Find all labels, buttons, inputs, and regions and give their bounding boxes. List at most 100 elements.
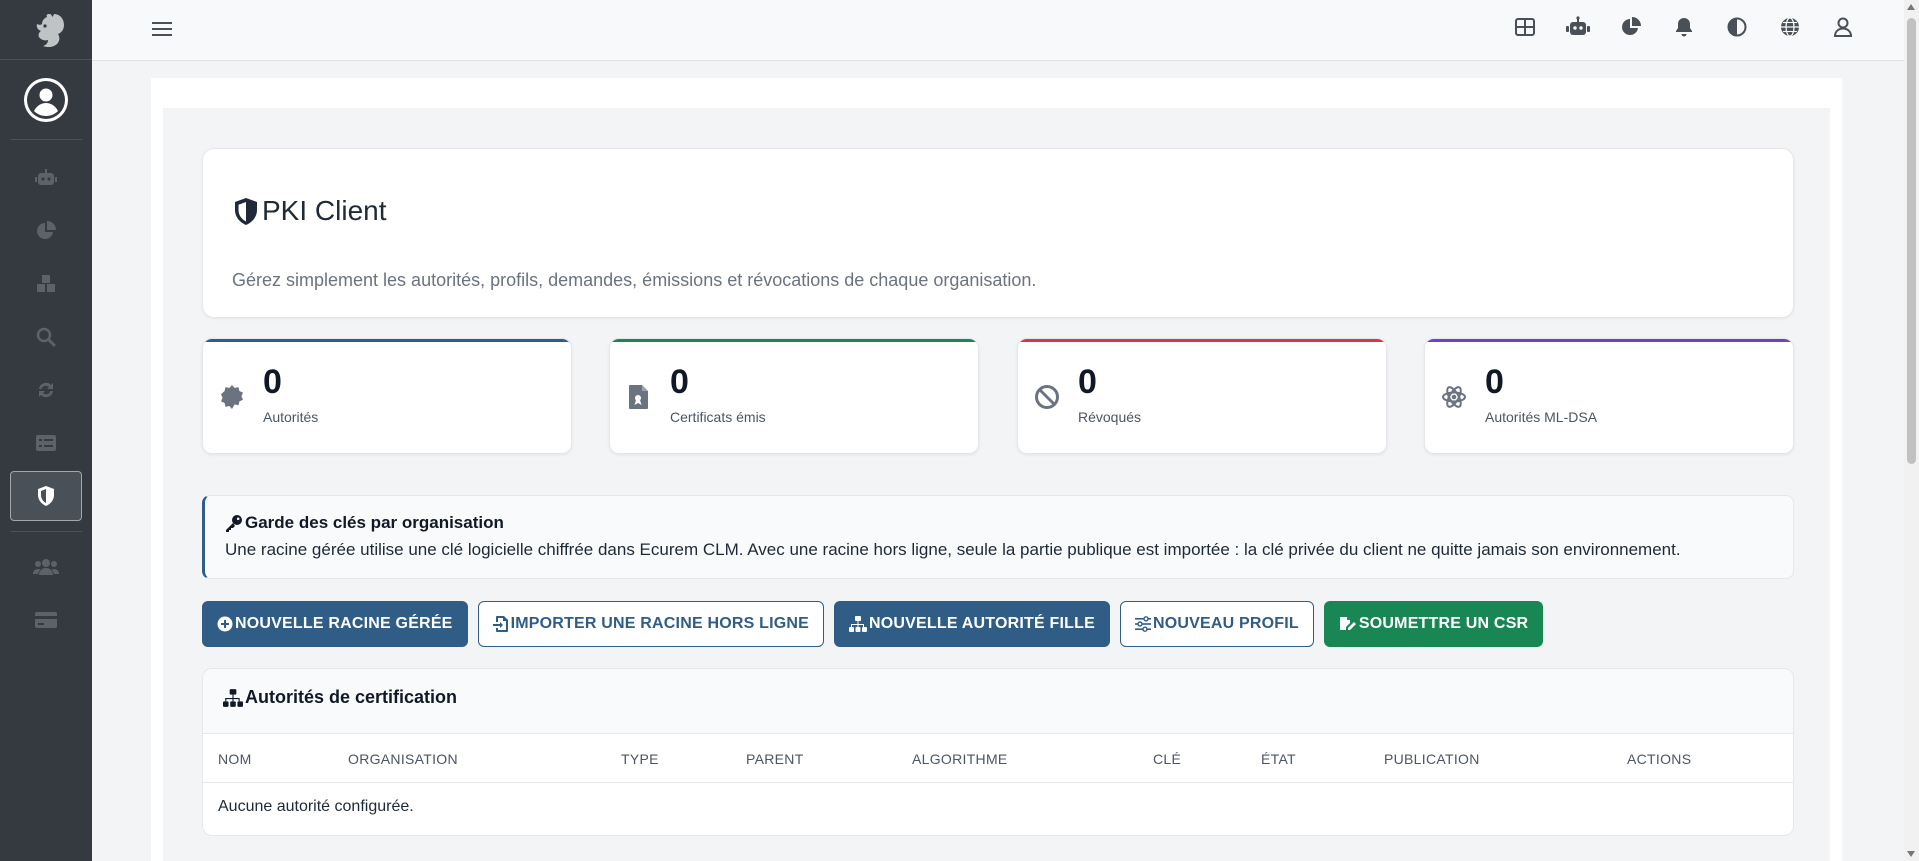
column-header-name[interactable]: Nom: [218, 751, 252, 767]
stat-card-issued: 0 Certificats émis: [609, 338, 979, 454]
robot-icon: [1566, 16, 1590, 35]
sitemap-icon: [223, 688, 243, 707]
menu-toggle-button[interactable]: [148, 16, 176, 42]
stat-icon: [625, 383, 653, 411]
user-circle-icon: [27, 80, 65, 119]
sidebar: [0, 0, 92, 861]
column-header-actions: Actions: [1627, 751, 1692, 767]
plus-circle-icon: [217, 616, 233, 632]
contrast-icon: [1727, 17, 1747, 37]
sidebar-nav: [0, 140, 92, 645]
stat-value: 0: [1485, 363, 1504, 401]
button-label: Nouveau profil: [1152, 615, 1299, 632]
alert-text: Une racine gérée utilise une clé logicie…: [225, 540, 1681, 559]
stat-card-mldsa: 0 Autorités ML-DSA: [1424, 338, 1794, 454]
avatar[interactable]: [24, 77, 68, 122]
stat-value: 0: [1078, 363, 1097, 401]
scroll-up-arrow-icon[interactable]: [1907, 4, 1915, 10]
sidebar-item-sync[interactable]: [10, 365, 82, 415]
account-button[interactable]: [1829, 13, 1857, 41]
hamburger-icon: [152, 22, 172, 36]
stat-label: Certificats émis: [670, 409, 766, 425]
notifications-button[interactable]: [1670, 13, 1698, 41]
authorities-table-card: Autorités de certification Nom Organisat…: [202, 668, 1794, 836]
new-managed-root-button[interactable]: Nouvelle racine gérée: [202, 601, 468, 647]
content-wrapper: PKI Client Gérez simplement les autorité…: [151, 78, 1842, 861]
theme-toggle-button[interactable]: [1723, 13, 1751, 41]
scroll-down-arrow-icon[interactable]: [1907, 851, 1915, 857]
sidebar-item-search[interactable]: [10, 312, 82, 362]
table-header-row: Nom Organisation Type Parent Algorithme …: [203, 734, 1793, 783]
app-logo[interactable]: [0, 0, 92, 60]
scroll-thumb[interactable]: [1907, 18, 1916, 464]
stat-icon: [1033, 383, 1061, 411]
button-label: Nouvelle autorité fille: [869, 615, 1095, 632]
stat-label: Autorités ML-DSA: [1485, 409, 1598, 425]
sidebar-item-list[interactable]: [10, 418, 82, 468]
stat-accent-bar: [1018, 339, 1386, 342]
column-header-state[interactable]: État: [1261, 751, 1296, 767]
column-header-parent[interactable]: Parent: [746, 751, 804, 767]
import-offline-root-button[interactable]: Importer une racine hors ligne: [477, 601, 825, 647]
credit-card-icon: [35, 612, 57, 628]
button-label: Nouvelle racine gérée: [235, 615, 453, 632]
table-card-header: Autorités de certification: [203, 669, 1793, 734]
table-title: Autorités de certification: [223, 687, 457, 708]
column-header-type[interactable]: Type: [621, 751, 659, 767]
stat-label: Révoqués: [1078, 409, 1142, 425]
sidebar-item-boxes[interactable]: [10, 259, 82, 309]
table-empty-message: Aucune autorité configurée.: [218, 798, 414, 815]
robot-button[interactable]: [1564, 13, 1592, 41]
bell-icon: [1676, 18, 1692, 37]
sidebar-item-chart[interactable]: [10, 206, 82, 256]
stat-value: 0: [670, 363, 689, 401]
user-icon: [1833, 17, 1853, 37]
stat-accent-bar: [203, 339, 571, 342]
sidebar-item-card[interactable]: [10, 595, 82, 645]
certificate-icon: [221, 385, 243, 409]
grid-icon: [1515, 18, 1535, 36]
stat-icon: [1440, 383, 1468, 411]
table-title-text: Autorités de certification: [245, 687, 458, 707]
stat-label: Autorités: [263, 409, 319, 425]
boxes-icon: [37, 275, 55, 292]
ban-icon: [1035, 385, 1059, 409]
users-icon: [33, 559, 59, 575]
page-subtitle: Gérez simplement les autorités, profils,…: [232, 270, 1037, 290]
button-label: Soumettre un CSR: [1358, 615, 1529, 632]
top-navbar: [92, 0, 1904, 61]
file-signature-icon: [1339, 617, 1356, 630]
squirrel-logo-icon: [36, 13, 64, 47]
submit-csr-button[interactable]: Soumettre un CSR: [1323, 601, 1544, 647]
sliders-icon: [1134, 616, 1151, 632]
column-header-key[interactable]: Clé: [1153, 751, 1181, 767]
language-button[interactable]: [1776, 13, 1804, 41]
key-custody-alert: Garde des clés par organisation Une raci…: [202, 495, 1794, 579]
sidebar-item-robot[interactable]: [10, 153, 82, 203]
list-icon: [36, 435, 56, 451]
column-header-publication[interactable]: Publication: [1384, 751, 1480, 767]
alert-title: Garde des clés par organisation: [225, 513, 504, 533]
top-icon-bar: [1511, 13, 1857, 41]
page-title: PKI Client: [232, 195, 387, 227]
new-profile-button[interactable]: Nouveau profil: [1119, 601, 1314, 647]
column-header-algorithm[interactable]: Algorithme: [912, 751, 1008, 767]
file-certificate-icon: [629, 385, 648, 409]
sidebar-item-users[interactable]: [10, 542, 82, 592]
sitemap-icon: [849, 616, 868, 632]
action-toolbar: Nouvelle racine gérée Importer une racin…: [202, 601, 1544, 647]
sync-icon: [39, 382, 53, 398]
alert-title-text: Garde des clés par organisation: [245, 513, 504, 532]
column-header-organisation[interactable]: Organisation: [348, 751, 458, 767]
content-panel: PKI Client Gérez simplement les autorité…: [163, 108, 1830, 861]
reports-button[interactable]: [1617, 13, 1645, 41]
sidebar-item-pki[interactable]: [10, 471, 82, 521]
user-avatar-area: [10, 60, 82, 140]
shield-icon: [38, 486, 54, 506]
file-import-icon: [492, 616, 508, 632]
sidebar-divider: [10, 531, 82, 532]
dashboard-button[interactable]: [1511, 13, 1539, 41]
robot-icon: [35, 169, 57, 185]
page-scrollbar[interactable]: [1904, 0, 1919, 861]
new-sub-authority-button[interactable]: Nouvelle autorité fille: [834, 601, 1110, 647]
